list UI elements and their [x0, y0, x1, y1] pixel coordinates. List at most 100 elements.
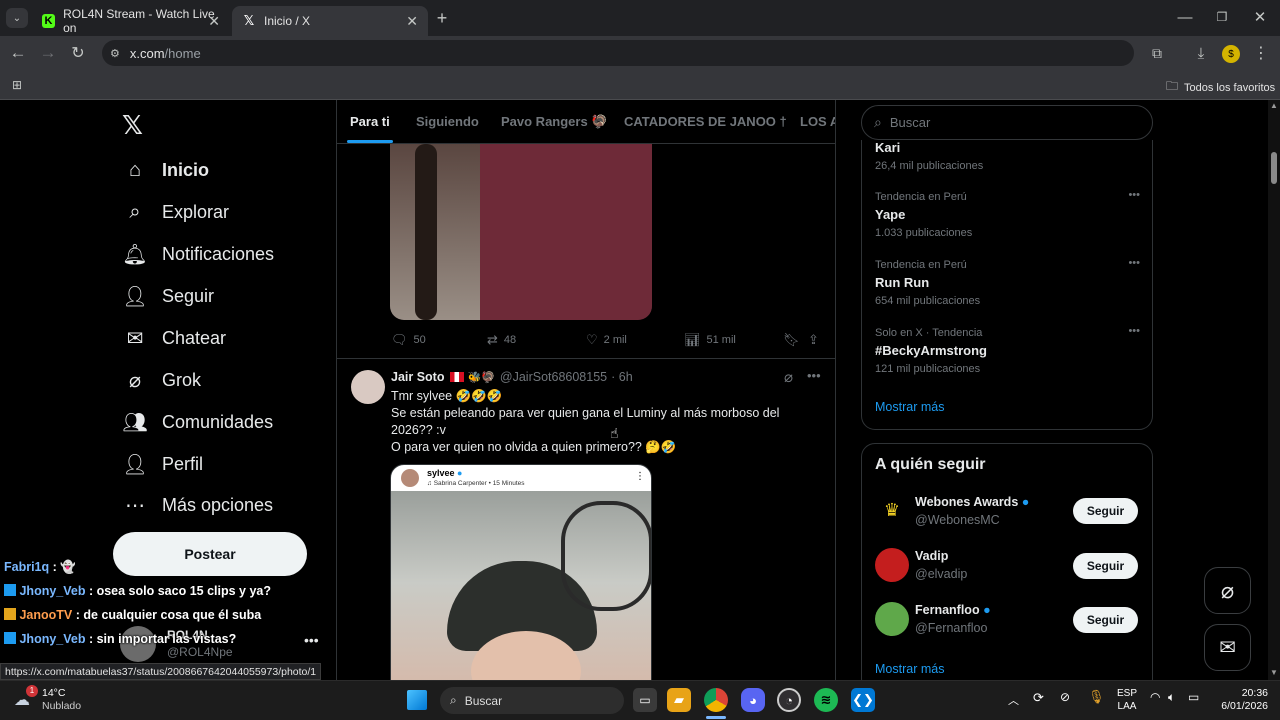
author-avatar[interactable] — [351, 370, 385, 404]
nav-explore[interactable]: ⌕ Explorar — [122, 192, 229, 232]
site-info-icon[interactable]: ⚙ — [110, 47, 120, 60]
trend-item[interactable]: Solo en X · Tendencia #BeckyArmstrong 12… — [875, 325, 1140, 375]
scroll-thumb[interactable] — [1271, 152, 1277, 184]
tray-camera-off-icon[interactable]: ⊘ — [1060, 690, 1070, 704]
post-image[interactable] — [390, 144, 652, 320]
clock[interactable]: 20:36 6/01/2026 — [1214, 687, 1268, 713]
task-view-icon[interactable]: ▭ — [633, 688, 657, 712]
scroll-up-icon[interactable]: ▲ — [1270, 101, 1278, 110]
trend-more-icon[interactable]: ••• — [1128, 257, 1140, 269]
discord-icon[interactable]: ◕ — [741, 688, 765, 712]
bookmark-icon[interactable]: 🔖︎ — [783, 332, 800, 348]
nav-chat[interactable]: ✉ Chatear — [122, 318, 226, 358]
tray-mic-icon[interactable]: 🎙︎ — [1088, 689, 1105, 705]
search-box[interactable]: ⌕ Buscar — [861, 105, 1153, 140]
tab-los-a[interactable]: LOS A — [800, 114, 835, 129]
tab-pavo-rangers[interactable]: Pavo Rangers 🦃 — [501, 114, 608, 130]
volume-icon[interactable]: 🔈︎ — [1168, 690, 1175, 705]
follow-name[interactable]: Vadip — [915, 549, 948, 563]
menu-kebab-icon[interactable]: ⋮ — [1251, 42, 1271, 64]
trend-more-icon[interactable]: ••• — [1128, 325, 1140, 337]
views-button[interactable]: 📊︎ 51 mil — [684, 332, 736, 348]
windows-start-icon[interactable] — [407, 690, 427, 710]
messages-float-button[interactable]: ✉ — [1204, 624, 1251, 671]
downloads-icon[interactable]: ⤓ — [1191, 42, 1211, 64]
tab-for-you[interactable]: Para ti — [350, 114, 390, 129]
battery-icon[interactable]: ▭ — [1188, 690, 1199, 704]
tab-search-icon[interactable]: ⌄ — [6, 8, 28, 28]
tab-title: Inicio / X — [264, 14, 311, 28]
minimize-icon[interactable]: — — [1175, 8, 1195, 26]
post-media[interactable]: sylvee ● ♫ Sabrina Carpenter • 15 Minute… — [390, 464, 652, 680]
post-more-icon[interactable]: ••• — [807, 368, 821, 383]
nav-profile[interactable]: 👤︎ Perfil — [122, 444, 203, 484]
like-button[interactable]: ♡ 2 mil — [586, 332, 627, 348]
trend-more-icon[interactable]: ••• — [1128, 189, 1140, 201]
obs-icon[interactable]: ◔ — [777, 688, 801, 712]
language-indicator[interactable]: ESP LAA — [1117, 687, 1137, 713]
author-name[interactable]: Jair Soto — [391, 370, 445, 384]
follow-name[interactable]: Fernanfloo ● — [915, 603, 991, 617]
close-window-icon[interactable]: ✕ — [1250, 8, 1270, 26]
scroll-down-icon[interactable]: ▼ — [1270, 668, 1278, 677]
follow-button[interactable]: Seguir — [1073, 498, 1138, 524]
chrome-icon[interactable] — [704, 688, 728, 712]
tray-overflow-icon[interactable]: ︿ — [1008, 692, 1019, 708]
x-logo[interactable]: 𝕏 — [122, 110, 143, 141]
reply-button[interactable]: 🗨︎ 50 — [391, 332, 426, 348]
account-more-icon[interactable]: ••• — [304, 632, 319, 648]
nav-home[interactable]: ⌂ Inicio — [122, 150, 209, 190]
reload-icon[interactable]: ↻ — [68, 42, 88, 64]
follow-button[interactable]: Seguir — [1073, 607, 1138, 633]
tab-x-home[interactable]: 𝕏 Inicio / X ✕ — [232, 6, 428, 36]
avatar[interactable]: ♛ — [875, 493, 909, 527]
taskbar-search[interactable]: ⌕ Buscar — [440, 687, 624, 714]
follow-name[interactable]: Webones Awards ● — [915, 495, 1029, 509]
nav-more[interactable]: ⋯ Más opciones — [122, 485, 273, 525]
maximize-icon[interactable]: ❐ — [1212, 8, 1232, 26]
share-icon[interactable]: ⇪ — [808, 332, 819, 348]
close-tab-icon[interactable]: ✕ — [406, 13, 418, 30]
close-tab-icon[interactable]: ✕ — [208, 13, 220, 30]
post-time[interactable]: · 6h — [611, 370, 633, 384]
repost-button[interactable]: ⇄ 48 — [487, 332, 516, 348]
address-bar[interactable]: ⚙ x.com/home — [102, 40, 1134, 66]
follow-button[interactable]: Seguir — [1073, 553, 1138, 579]
link-status-bubble: https://x.com/matabuelas37/status/200866… — [0, 663, 322, 680]
trend-name: #BeckyArmstrong — [875, 343, 987, 358]
trend-item[interactable]: Kari 26,4 mil publicaciones — [875, 140, 983, 172]
tab-rol4n[interactable]: K ROL4N Stream - Watch Live on ✕ — [32, 6, 230, 36]
tray-sync-icon[interactable]: ⟳ — [1033, 690, 1044, 706]
back-icon[interactable]: ← — [8, 42, 28, 64]
trend-item[interactable]: Tendencia en Perú Yape 1.033 publicacion… — [875, 189, 1140, 239]
grok-float-button[interactable]: ⌀ — [1204, 567, 1251, 614]
weather-widget[interactable]: ☁ 1 14°C Nublado — [14, 685, 94, 714]
avatar[interactable] — [875, 548, 909, 582]
file-explorer-icon[interactable]: ▰ — [667, 688, 691, 712]
all-bookmarks[interactable]: 🗀 Todos los favoritos — [1166, 77, 1275, 98]
grok-post-icon[interactable]: ⌀ — [784, 368, 793, 386]
trend-item[interactable]: Tendencia en Perú Run Run 654 mil public… — [875, 257, 1140, 307]
tab-following[interactable]: Siguiendo — [416, 114, 479, 129]
profile-avatar-icon[interactable]: $ — [1222, 45, 1240, 63]
post-button[interactable]: Postear — [113, 532, 307, 576]
wifi-icon[interactable]: ◠ — [1150, 690, 1160, 704]
new-tab-icon[interactable]: + — [432, 8, 452, 28]
scrollbar[interactable]: ▲ ▼ — [1268, 100, 1280, 680]
show-more-trends[interactable]: Mostrar más — [875, 400, 944, 414]
nav-communities[interactable]: 👥︎ Comunidades — [122, 402, 273, 442]
nav-grok[interactable]: ⌀ Grok — [122, 360, 201, 400]
vscode-icon[interactable]: ❮❯ — [851, 688, 875, 712]
tab-catadores[interactable]: CATADORES DE JANOO † — [624, 114, 787, 129]
show-more-follow[interactable]: Mostrar más — [875, 662, 944, 676]
apps-grid-icon[interactable]: ⊞ — [8, 76, 26, 94]
spotify-icon[interactable]: ≋ — [814, 688, 838, 712]
trend-count: 121 mil publicaciones — [875, 363, 981, 375]
extensions-icon[interactable]: ⧉ — [1147, 42, 1167, 64]
nav-notifications[interactable]: 🔔︎ Notificaciones — [122, 234, 274, 274]
forward-icon[interactable]: → — [38, 42, 58, 64]
trend-count: 654 mil publicaciones — [875, 295, 981, 307]
author-handle[interactable]: @JairSot68608155 — [500, 370, 607, 384]
nav-follow[interactable]: 👤︎ Seguir — [122, 276, 214, 316]
avatar[interactable] — [875, 602, 909, 636]
